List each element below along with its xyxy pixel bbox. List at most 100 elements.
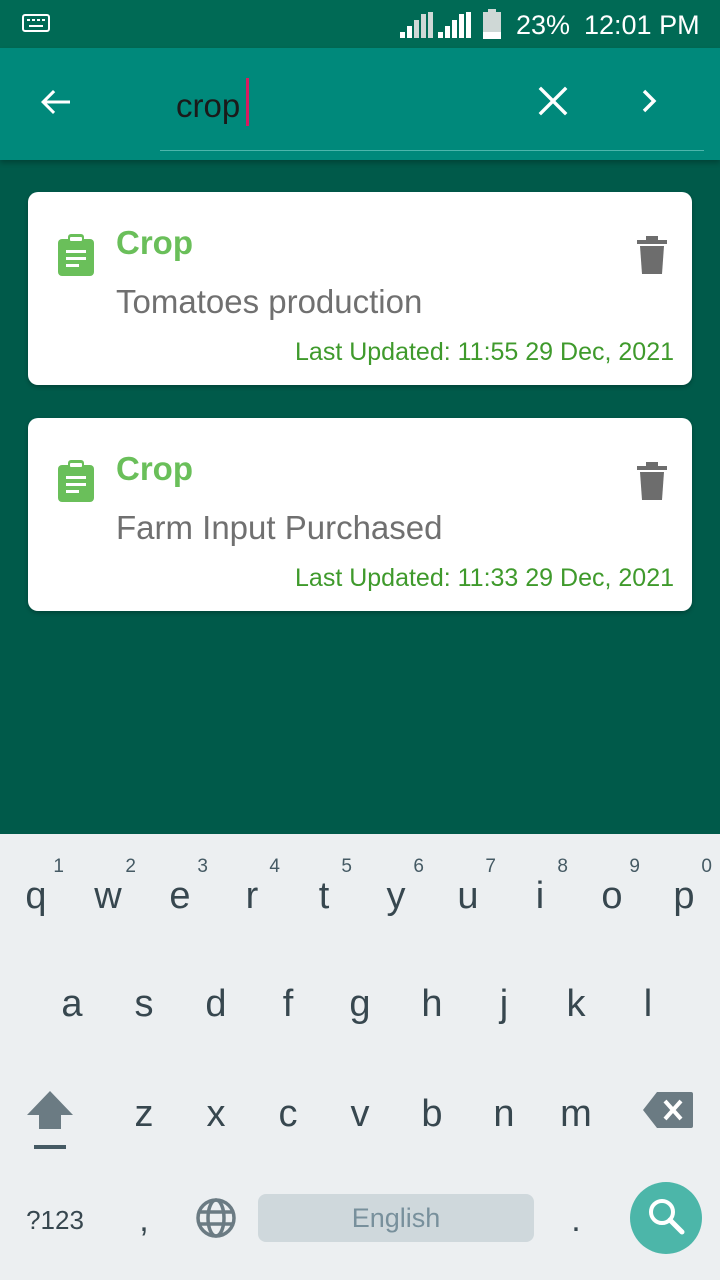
search-input[interactable] [176, 84, 496, 128]
key-i[interactable]: 8i [504, 842, 576, 942]
key-v[interactable]: v [324, 1060, 396, 1160]
key-hint: 6 [413, 856, 424, 877]
key-f[interactable]: f [252, 950, 324, 1050]
signal-icon [438, 12, 472, 43]
key-g[interactable]: g [324, 950, 396, 1050]
period-key[interactable]: . [550, 1194, 602, 1246]
search-icon [647, 1197, 685, 1240]
key-label: p [673, 874, 695, 917]
key-label: s [134, 982, 154, 1025]
key-o[interactable]: 9o [576, 842, 648, 942]
battery-icon [482, 9, 502, 44]
key-label: v [350, 1092, 370, 1135]
key-label: k [566, 982, 586, 1025]
key-label: t [318, 874, 330, 917]
key-label: a [61, 982, 83, 1025]
key-hint: 9 [629, 856, 640, 877]
key-h[interactable]: h [396, 950, 468, 1050]
key-label: f [282, 982, 294, 1025]
back-button[interactable] [30, 78, 82, 130]
key-label: y [386, 874, 406, 917]
card-title: Farm Input Purchased [116, 509, 443, 546]
card-updated-date: Last Updated: 11:55 29 Dec, 2021 [295, 338, 674, 366]
key-j[interactable]: j [468, 950, 540, 1050]
key-hint: 1 [53, 856, 64, 877]
shift-icon [25, 1089, 75, 1156]
key-label: o [601, 874, 623, 917]
key-q[interactable]: 1q [0, 842, 72, 942]
key-w[interactable]: 2w [72, 842, 144, 942]
key-label: g [349, 982, 371, 1025]
key-label: i [535, 874, 545, 917]
key-label: u [457, 874, 479, 917]
globe-icon [195, 1197, 237, 1244]
key-d[interactable]: d [180, 950, 252, 1050]
search-underline [160, 150, 704, 151]
next-button[interactable] [624, 78, 674, 128]
card-updated-date: Last Updated: 11:33 29 Dec, 2021 [295, 564, 674, 592]
comma-key[interactable]: , [118, 1194, 170, 1246]
symbols-key[interactable]: ?123 [10, 1194, 100, 1246]
key-r[interactable]: 4r [216, 842, 288, 942]
key-e[interactable]: 3e [144, 842, 216, 942]
key-k[interactable]: k [540, 950, 612, 1050]
result-card[interactable]: Crop Farm Input Purchased Last Updated: … [28, 418, 692, 611]
key-label: l [643, 982, 653, 1025]
key-c[interactable]: c [252, 1060, 324, 1160]
key-label: b [421, 1092, 443, 1135]
arrow-back-icon [38, 84, 74, 125]
clipboard-icon [56, 234, 96, 281]
space-key[interactable]: English [258, 1194, 534, 1242]
search-action-key[interactable] [630, 1182, 702, 1254]
key-hint: 7 [485, 856, 496, 877]
key-p[interactable]: 0p [648, 842, 720, 942]
clock: 12:01 PM [584, 10, 700, 40]
key-label: n [493, 1092, 515, 1135]
search-app-bar [0, 48, 720, 160]
key-label: j [499, 982, 509, 1025]
key-a[interactable]: a [36, 950, 108, 1050]
key-label: h [421, 982, 443, 1025]
shift-key[interactable] [14, 1082, 86, 1162]
text-cursor [246, 78, 249, 126]
trash-icon [637, 235, 667, 279]
key-label: w [94, 874, 122, 917]
key-hint: 4 [269, 856, 280, 877]
key-hint: 3 [197, 856, 208, 877]
key-l[interactable]: l [612, 950, 684, 1050]
chevron-right-icon [639, 88, 659, 119]
trash-icon [637, 461, 667, 505]
key-hint: 5 [341, 856, 352, 877]
status-bar: 23% 12:01 PM [0, 0, 720, 48]
key-label: d [205, 982, 227, 1025]
battery-percent: 23% [516, 10, 571, 40]
delete-button[interactable] [632, 458, 672, 508]
key-u[interactable]: 7u [432, 842, 504, 942]
key-label: x [206, 1092, 226, 1135]
backspace-key[interactable] [632, 1082, 704, 1142]
keyboard-icon [22, 14, 50, 37]
card-category: Crop [116, 450, 193, 487]
key-label: m [560, 1092, 592, 1135]
key-label: q [25, 874, 47, 917]
card-title: Tomatoes production [116, 283, 423, 320]
key-m[interactable]: m [540, 1060, 612, 1160]
key-label: z [134, 1092, 154, 1135]
soft-keyboard: 1q 2w 3e 4r 5t 6y 7u 8i 9o 0p a s d f g … [0, 834, 720, 1280]
signal-icon [400, 12, 434, 43]
key-z[interactable]: z [108, 1060, 180, 1160]
key-hint: 2 [125, 856, 136, 877]
key-n[interactable]: n [468, 1060, 540, 1160]
key-hint: 0 [701, 856, 712, 877]
clipboard-icon [56, 460, 96, 507]
key-s[interactable]: s [108, 950, 180, 1050]
language-key[interactable] [186, 1190, 246, 1250]
result-card[interactable]: Crop Tomatoes production Last Updated: 1… [28, 192, 692, 385]
key-b[interactable]: b [396, 1060, 468, 1160]
key-t[interactable]: 5t [288, 842, 360, 942]
clear-search-button[interactable] [528, 78, 578, 128]
delete-button[interactable] [632, 232, 672, 282]
key-y[interactable]: 6y [360, 842, 432, 942]
key-x[interactable]: x [180, 1060, 252, 1160]
card-category: Crop [116, 224, 193, 261]
